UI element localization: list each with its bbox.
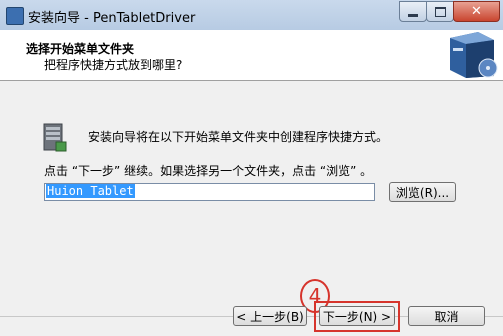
app-icon — [6, 7, 24, 25]
start-menu-folder-icon — [43, 123, 67, 152]
close-button[interactable]: ✕ — [453, 1, 500, 22]
minimize-icon — [408, 13, 418, 17]
window-title: 安装向导 - PenTabletDriver — [28, 11, 196, 26]
maximize-button[interactable] — [426, 1, 454, 22]
instruction-text: 点击 “下一步” 继续。如果选择另一个文件夹，点击 “浏览” 。 — [44, 164, 373, 178]
wizard-header: 选择开始菜单文件夹 把程序快捷方式放到哪里? — [0, 30, 503, 81]
page-title: 选择开始菜单文件夹 — [26, 42, 135, 56]
next-button-highlight — [314, 301, 400, 332]
start-menu-folder-input[interactable]: Huion Tablet — [44, 183, 375, 201]
product-box-image — [450, 32, 498, 78]
browse-button[interactable]: 浏览(R)... — [389, 182, 456, 202]
title-bar: 安装向导 - PenTabletDriver ✕ — [0, 0, 503, 31]
folder-input-value: Huion Tablet — [46, 184, 135, 198]
back-button[interactable]: < 上一步(B) — [233, 306, 307, 326]
minimize-button[interactable] — [399, 1, 427, 22]
maximize-icon — [434, 6, 446, 17]
intro-text: 安装向导将在以下开始菜单文件夹中创建程序快捷方式。 — [88, 130, 389, 144]
close-icon: ✕ — [471, 4, 482, 19]
cancel-button[interactable]: 取消 — [408, 306, 485, 326]
page-subtitle: 把程序快捷方式放到哪里? — [44, 58, 183, 72]
wizard-window: 选择开始菜单文件夹 把程序快捷方式放到哪里? 安装向导将在以下开始菜单文件夹中创… — [0, 30, 503, 336]
